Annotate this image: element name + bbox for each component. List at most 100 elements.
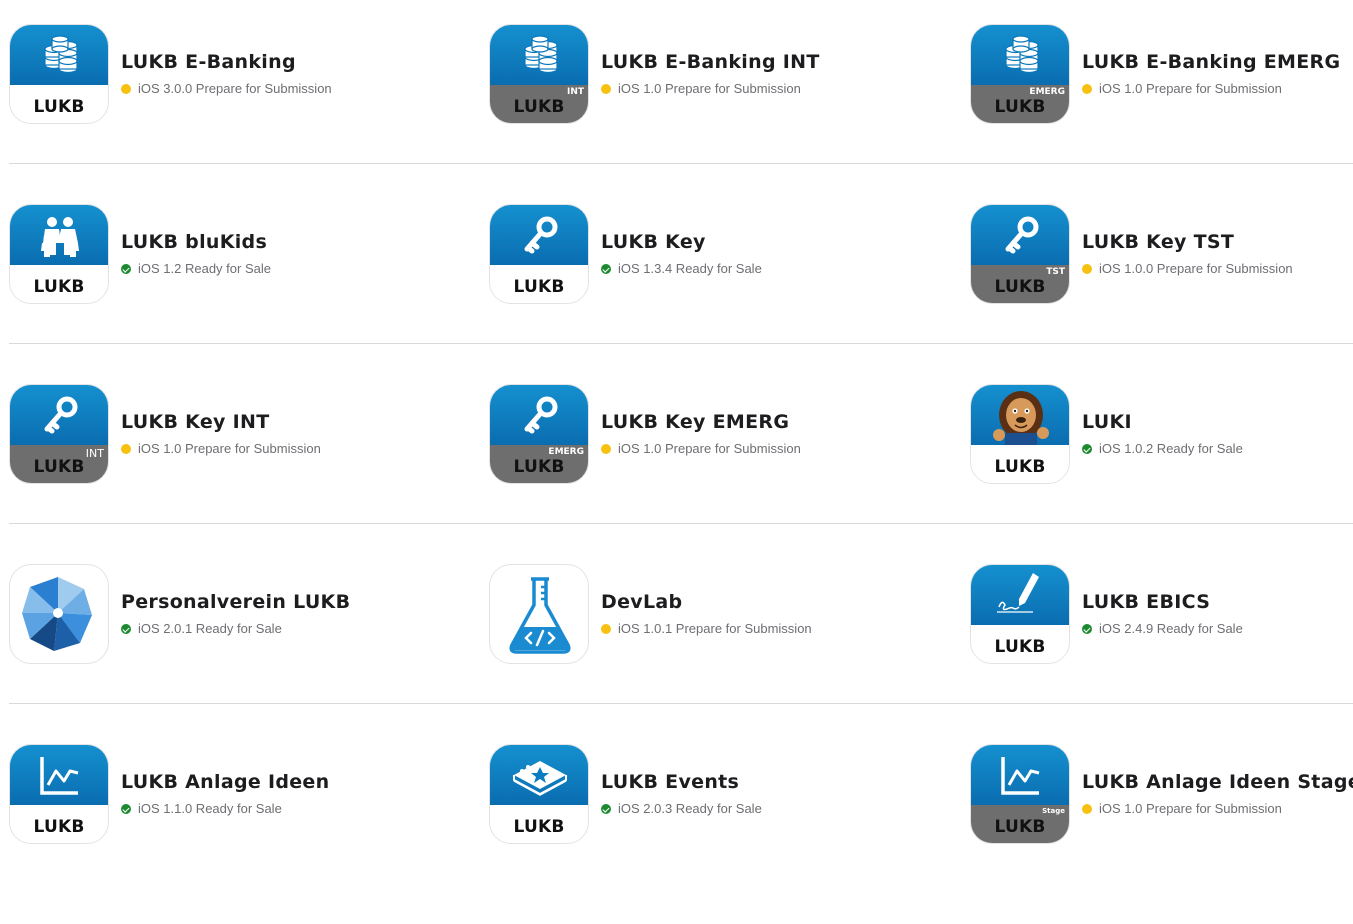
app-status: iOS 1.0.1 Prepare for Submission xyxy=(601,621,812,636)
app-name[interactable]: LUKB Anlage Ideen xyxy=(121,771,329,793)
key-icon xyxy=(524,216,558,254)
status-text: iOS 1.0.1 Prepare for Submission xyxy=(618,621,812,636)
row-divider xyxy=(9,523,1353,524)
app-row: Personalverein LUKB iOS 2.0.1 Ready for … xyxy=(9,564,1353,744)
row-divider xyxy=(9,163,1353,164)
app-status: iOS 2.0.1 Ready for Sale xyxy=(121,621,282,636)
app-name[interactable]: LUKB Key TST xyxy=(1082,231,1234,253)
status-text: iOS 1.0 Prepare for Submission xyxy=(138,441,321,456)
app-icon: INT LUKB xyxy=(9,384,109,484)
app-name[interactable]: Personalverein LUKB xyxy=(121,591,350,613)
app-name[interactable]: DevLab xyxy=(601,591,682,613)
app-row: LUKB LUKB E-Banking iOS 3.0.0 Prepare fo… xyxy=(9,24,1353,204)
app-status: iOS 1.0 Prepare for Submission xyxy=(121,441,321,456)
ready-status-check-icon xyxy=(121,264,131,274)
app-name[interactable]: LUKB Key EMERG xyxy=(601,411,789,433)
brand-label: LUKB xyxy=(33,97,85,117)
brand-label: LUKB xyxy=(33,457,85,477)
prepare-status-dot-icon xyxy=(121,84,131,94)
app-status: iOS 1.0.0 Prepare for Submission xyxy=(1082,261,1293,276)
status-text: iOS 1.2 Ready for Sale xyxy=(138,261,271,276)
prepare-status-dot-icon xyxy=(1082,84,1092,94)
lion-mascot-icon xyxy=(993,391,1049,445)
coins-stack-icon xyxy=(524,35,558,74)
key-icon xyxy=(44,396,78,434)
brand-label: LUKB xyxy=(513,277,565,297)
brand-label: LUKB xyxy=(513,97,565,117)
app-name[interactable]: LUKB Anlage Ideen Stage xyxy=(1082,771,1353,793)
variant-badge: EMERG xyxy=(548,447,584,457)
status-text: iOS 1.0.2 Ready for Sale xyxy=(1099,441,1243,456)
status-text: iOS 1.0 Prepare for Submission xyxy=(618,441,801,456)
brand-label: LUKB xyxy=(513,817,565,837)
prepare-status-dot-icon xyxy=(1082,804,1092,814)
status-text: iOS 1.0 Prepare for Submission xyxy=(618,81,801,96)
status-text: iOS 2.4.9 Ready for Sale xyxy=(1099,621,1243,636)
prepare-status-dot-icon xyxy=(1082,264,1092,274)
app-name[interactable]: LUKB EBICS xyxy=(1082,591,1210,613)
status-text: iOS 1.1.0 Ready for Sale xyxy=(138,801,282,816)
app-row: LUKB LUKB Anlage Ideen iOS 1.1.0 Ready f… xyxy=(9,744,1353,924)
brand-label: LUKB xyxy=(994,457,1046,477)
status-text: iOS 3.0.0 Prepare for Submission xyxy=(138,81,332,96)
ready-status-check-icon xyxy=(601,804,611,814)
key-icon xyxy=(1005,216,1039,254)
app-status: iOS 1.0 Prepare for Submission xyxy=(601,81,801,96)
app-name[interactable]: LUKB Key INT xyxy=(121,411,269,433)
coins-stack-icon xyxy=(1005,35,1039,74)
app-status: iOS 1.1.0 Ready for Sale xyxy=(121,801,282,816)
prepare-status-dot-icon xyxy=(601,444,611,454)
app-name[interactable]: LUKB bluKids xyxy=(121,231,267,253)
app-status: iOS 2.0.3 Ready for Sale xyxy=(601,801,762,816)
pen-signature-icon xyxy=(997,573,1039,613)
status-text: iOS 2.0.3 Ready for Sale xyxy=(618,801,762,816)
app-name[interactable]: LUKB E-Banking xyxy=(121,51,296,73)
ticket-star-icon xyxy=(513,761,567,796)
app-name[interactable]: LUKB Key xyxy=(601,231,706,253)
app-status: iOS 1.0 Prepare for Submission xyxy=(601,441,801,456)
brand-label: LUKB xyxy=(994,817,1046,837)
app-icon: LUKB xyxy=(970,384,1070,484)
variant-badge: EMERG xyxy=(1029,87,1065,97)
ready-status-check-icon xyxy=(1082,624,1092,634)
brand-label: LUKB xyxy=(994,97,1046,117)
app-icon: LUKB xyxy=(489,204,589,304)
app-status: iOS 1.0 Prepare for Submission xyxy=(1082,81,1282,96)
app-name[interactable]: LUKI xyxy=(1082,411,1132,433)
app-icon: INT LUKB xyxy=(489,24,589,124)
line-chart-icon xyxy=(40,757,79,795)
app-icon: EMERG LUKB xyxy=(970,24,1070,124)
app-icon xyxy=(9,564,109,664)
coins-stack-icon xyxy=(44,35,78,74)
row-divider xyxy=(9,703,1353,704)
brand-label: LUKB xyxy=(513,457,565,477)
family-icon xyxy=(41,217,79,257)
app-status: iOS 1.0.2 Ready for Sale xyxy=(1082,441,1243,456)
app-icon: LUKB xyxy=(9,204,109,304)
app-status: iOS 1.2 Ready for Sale xyxy=(121,261,271,276)
app-name[interactable]: LUKB Events xyxy=(601,771,739,793)
status-text: iOS 1.0 Prepare for Submission xyxy=(1099,81,1282,96)
prepare-status-dot-icon xyxy=(601,84,611,94)
status-text: iOS 1.0.0 Prepare for Submission xyxy=(1099,261,1293,276)
app-status: iOS 2.4.9 Ready for Sale xyxy=(1082,621,1243,636)
app-icon: LUKB xyxy=(970,564,1070,664)
ready-status-check-icon xyxy=(121,624,131,634)
app-status: iOS 1.3.4 Ready for Sale xyxy=(601,261,762,276)
app-name[interactable]: LUKB E-Banking EMERG xyxy=(1082,51,1340,73)
app-status: iOS 3.0.0 Prepare for Submission xyxy=(121,81,332,96)
status-text: iOS 1.0 Prepare for Submission xyxy=(1099,801,1282,816)
brand-label: LUKB xyxy=(994,277,1046,297)
prepare-status-dot-icon xyxy=(601,624,611,634)
variant-badge: TST xyxy=(1046,267,1065,277)
ready-status-check-icon xyxy=(1082,444,1092,454)
brand-label: LUKB xyxy=(994,637,1046,657)
variant-badge: Stage xyxy=(1042,807,1065,815)
app-name[interactable]: LUKB E-Banking INT xyxy=(601,51,820,73)
app-row: INT LUKB LUKB Key INT iOS 1.0 Prepare fo… xyxy=(9,384,1353,564)
app-icon: LUKB xyxy=(9,744,109,844)
app-row: LUKB LUKB bluKids iOS 1.2 Ready for Sale… xyxy=(9,204,1353,384)
app-icon: Stage LUKB xyxy=(970,744,1070,844)
status-text: iOS 1.3.4 Ready for Sale xyxy=(618,261,762,276)
ready-status-check-icon xyxy=(121,804,131,814)
